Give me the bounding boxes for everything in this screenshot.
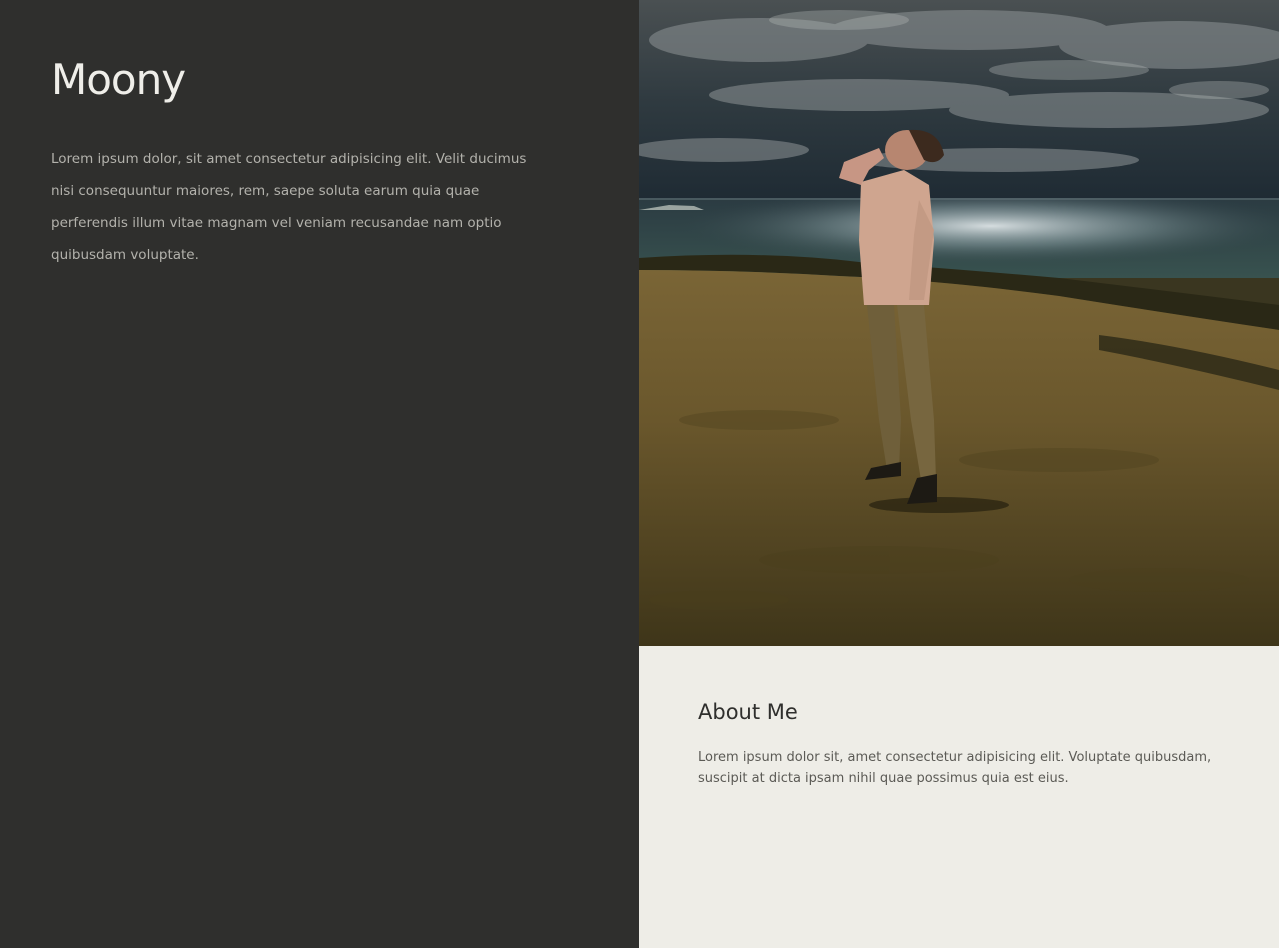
intro-text: Lorem ipsum dolor, sit amet consectetur … [51, 151, 527, 263]
intro-panel: Moony Lorem ipsum dolor, sit amet consec… [0, 0, 639, 948]
about-text: Lorem ipsum dolor sit, amet consectetur … [698, 750, 1212, 786]
beach-night-photo [639, 0, 1279, 646]
page: Moony Lorem ipsum dolor, sit amet consec… [0, 0, 1279, 948]
about-title: About Me [698, 700, 798, 724]
right-column: About Me Lorem ipsum dolor sit, amet con… [639, 0, 1279, 948]
site-title: Moony [51, 55, 186, 104]
about-section: About Me Lorem ipsum dolor sit, amet con… [639, 646, 1279, 948]
